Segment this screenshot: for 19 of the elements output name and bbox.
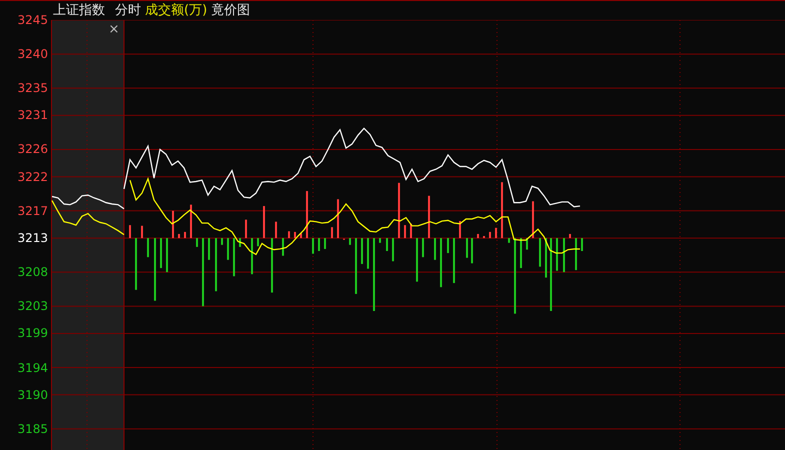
axis-label: 3194 xyxy=(17,360,48,375)
axis-label: 3208 xyxy=(17,265,48,280)
axis-label: 3190 xyxy=(17,388,48,402)
axis-label: 3245 xyxy=(17,13,48,27)
axis-label: 3185 xyxy=(17,422,48,436)
axis-label: 3199 xyxy=(17,326,48,340)
indicator-label: 成交额(万) xyxy=(145,4,208,17)
mode-label: 分时 xyxy=(115,4,141,17)
axis-label: 3235 xyxy=(17,81,48,96)
axis-label: 3217 xyxy=(17,204,48,218)
axis-label: 3203 xyxy=(17,299,48,314)
axis-label: 3240 xyxy=(17,47,48,62)
view-label: 竟价图 xyxy=(211,4,250,17)
axis-label: 3213 xyxy=(17,231,48,246)
index-name: 上证指数 xyxy=(53,4,105,17)
axis-label: 3226 xyxy=(17,142,48,156)
axis-label: 3222 xyxy=(17,170,48,184)
axis-label: 3231 xyxy=(17,108,48,122)
close-button[interactable]: × xyxy=(108,23,120,37)
